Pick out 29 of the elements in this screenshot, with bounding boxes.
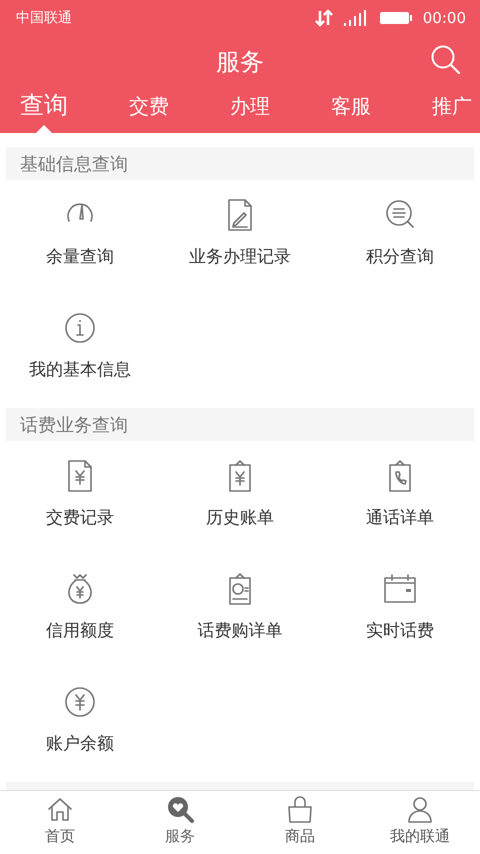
nav-item[interactable]: 我的联通 <box>360 791 480 854</box>
service-item[interactable]: 信用额度 <box>0 554 160 667</box>
service-item[interactable]: 积分查询 <box>320 180 480 293</box>
info-icon <box>62 310 98 346</box>
service-item[interactable]: 交费记录 <box>0 441 160 554</box>
service-item[interactable]: 余量查询 <box>0 180 160 293</box>
nav-item[interactable]: 服务 <box>120 791 240 854</box>
person-icon <box>405 795 435 825</box>
nav-item[interactable]: 首页 <box>0 791 120 854</box>
search-button[interactable] <box>430 44 462 76</box>
data-transfer-icon <box>314 9 333 27</box>
service-item[interactable]: 实时话费 <box>320 554 480 667</box>
section-header: 话费业务查询 <box>6 408 474 441</box>
service-item[interactable]: 我的基本信息 <box>0 293 160 406</box>
service-item[interactable]: 业务办理记录 <box>160 180 320 293</box>
heart-magnifier-icon <box>165 795 195 825</box>
signal-icon <box>342 9 367 27</box>
page-title: 服务 <box>216 47 264 78</box>
battery-icon <box>378 11 413 25</box>
section-header: 基础信息查询 <box>6 147 474 180</box>
carrier-name: 中国联通 <box>16 9 73 27</box>
service-item[interactable]: 账户余额 <box>0 667 160 780</box>
service-item[interactable]: 通话详单 <box>320 441 480 554</box>
service-item[interactable]: 话费购详单 <box>160 554 320 667</box>
service-item[interactable]: 历史账单 <box>160 441 320 554</box>
nav-item[interactable]: 商品 <box>240 791 360 854</box>
yuan-coin-icon <box>62 684 98 720</box>
handbag-icon <box>285 795 315 825</box>
clock-time: 00:00 <box>422 9 466 27</box>
